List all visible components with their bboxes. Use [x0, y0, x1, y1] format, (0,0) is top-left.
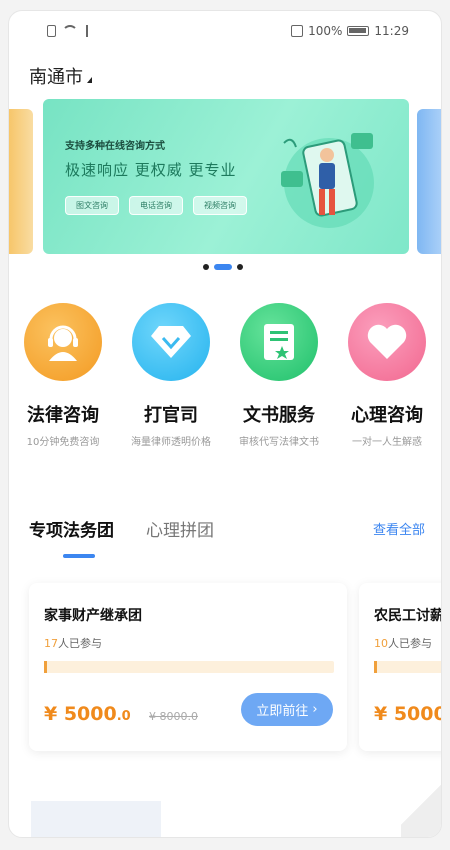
tab-active-indicator: [63, 554, 95, 558]
service-grid: 法律咨询 10分钟免费咨询 打官司 海量律师透明价格 文书服务 审核代写法律文书…: [9, 303, 441, 463]
service-name: 打官司: [144, 405, 198, 426]
participant-suffix: 人已参与: [58, 637, 102, 650]
participant-count: 10人已参与: [374, 635, 432, 651]
tab-legal-groups[interactable]: 专项法务团: [29, 516, 114, 541]
participant-number: 17: [44, 637, 58, 650]
price-decimal: .0: [116, 709, 131, 724]
carousel-dot: [237, 264, 243, 270]
banner-slide[interactable]: 支持多种在线咨询方式 极速响应 更权威 更专业 图文咨询 电话咨询 视频咨询: [43, 99, 409, 254]
participant-number: 10: [374, 637, 388, 650]
progress-bar: [44, 661, 334, 673]
progress-fill: [44, 661, 47, 673]
participant-count: 17人已参与: [44, 635, 102, 651]
service-name: 法律咨询: [27, 405, 99, 426]
participant-suffix: 人已参与: [388, 637, 432, 650]
see-all-link[interactable]: 查看全部: [373, 519, 425, 538]
caret-down-icon: [87, 77, 92, 83]
service-litigation[interactable]: 打官司 海量律师透明价格: [117, 303, 225, 448]
bottom-decoration: [401, 771, 441, 837]
banner-pill-phone: 电话咨询: [129, 196, 183, 215]
progress-bar: [374, 661, 441, 673]
banner-prev-peek[interactable]: [9, 109, 33, 254]
banner-pill-video: 视频咨询: [193, 196, 247, 215]
service-desc: 10分钟免费咨询: [26, 437, 100, 448]
city-selector[interactable]: 南通市: [29, 63, 92, 89]
service-psychology[interactable]: 心理咨询 一对一人生解惑: [333, 303, 441, 448]
carousel-dot-active: [214, 264, 232, 270]
usb-icon: [86, 25, 96, 37]
service-desc: 审核代写法律文书: [239, 437, 319, 448]
group-title: 家事财产继承团: [44, 608, 142, 624]
phone-screen: 100% 11:29 南通市 支持多种在线咨询方式 极速响应 更权威 更专业 图…: [8, 10, 442, 838]
progress-fill: [374, 661, 377, 673]
vibrate-icon: [291, 25, 304, 37]
service-name: 心理咨询: [351, 405, 423, 426]
battery-icon: [347, 26, 370, 36]
clock: 11:29: [374, 24, 409, 38]
section-tabs: 专项法务团 心理拼团 查看全部: [29, 516, 425, 558]
group-card[interactable]: 农民工讨薪团 10人已参与 ¥ 5000.: [359, 583, 442, 751]
price: ¥ 5000.0: [44, 703, 131, 725]
wifi-icon: [62, 25, 78, 37]
banner-next-peek[interactable]: [417, 109, 441, 254]
service-documents[interactable]: 文书服务 审核代写法律文书: [225, 303, 333, 448]
banner-tagline: 极速响应 更权威 更专业: [65, 161, 237, 179]
service-legal-consult[interactable]: 法律咨询 10分钟免费咨询: [9, 303, 117, 448]
banner-headline: 支持多种在线咨询方式: [65, 141, 165, 152]
group-card[interactable]: 家事财产继承团 17人已参与 ¥ 5000.0 ¥ 8000.0 立即前往 ›: [29, 583, 347, 751]
price: ¥ 5000.: [374, 703, 442, 725]
carousel-dot: [203, 264, 209, 270]
banner-pill-text: 图文咨询: [65, 196, 119, 215]
price-main: ¥ 5000: [44, 703, 117, 725]
service-name: 文书服务: [243, 405, 315, 426]
heart-icon: [348, 303, 426, 381]
headset-person-icon: [24, 303, 102, 381]
battery-percent: 100%: [308, 24, 343, 38]
service-desc: 一对一人生解惑: [352, 437, 422, 448]
price-main: ¥ 5000: [374, 703, 442, 725]
status-bar: 100% 11:29: [9, 11, 441, 51]
tab-psychology-groups[interactable]: 心理拼团: [146, 516, 214, 541]
original-price: ¥ 8000.0: [149, 710, 198, 723]
document-icon: [240, 303, 318, 381]
chevron-right-icon: ›: [312, 702, 318, 717]
sim-icon: [47, 25, 56, 37]
bottom-decoration: [31, 801, 161, 837]
service-desc: 海量律师透明价格: [131, 437, 211, 448]
go-now-button[interactable]: 立即前往 ›: [241, 693, 333, 726]
city-name: 南通市: [29, 67, 83, 88]
carousel-indicator: [203, 264, 243, 270]
consultation-illustration-icon: [281, 133, 374, 228]
group-title: 农民工讨薪团: [374, 608, 441, 624]
diamond-icon: [132, 303, 210, 381]
go-now-label: 立即前往: [256, 704, 309, 719]
